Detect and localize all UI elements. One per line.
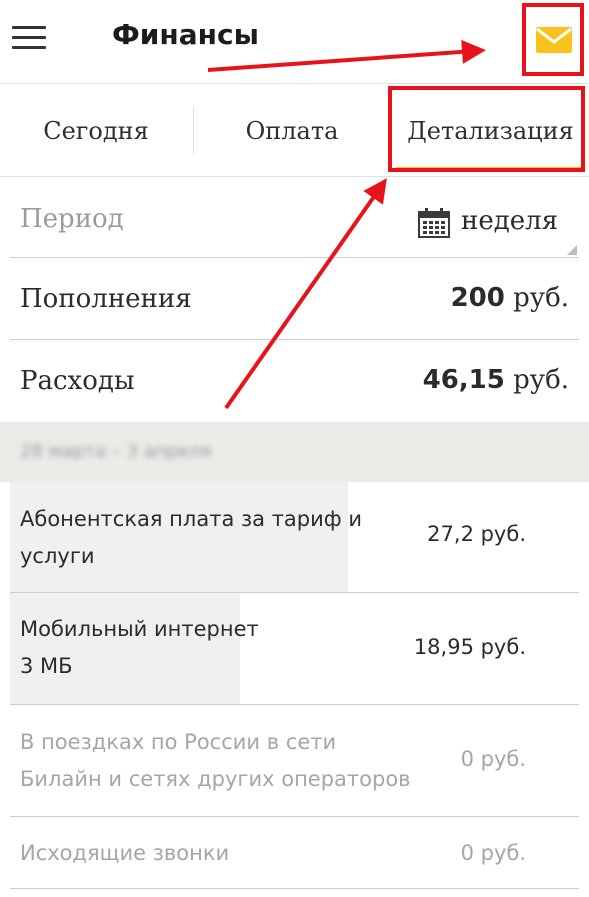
mail-highlight-box <box>522 3 584 76</box>
list-item[interactable]: Мобильный интернет 3 МБ 18,95 руб. <box>10 593 579 705</box>
item-label: Абонентская плата за тариф и услуги <box>20 507 363 568</box>
list-item[interactable]: В поездках по России в сети Билайн и сетя… <box>10 705 579 817</box>
expenses-label: Расходы <box>20 366 135 396</box>
topups-label: Пополнения <box>20 284 192 314</box>
expenses-value: 46,15 руб. <box>423 365 569 395</box>
list-item[interactable]: Абонентская плата за тариф и услуги 27,2 … <box>10 482 579 593</box>
expenses-amount: 46,15 <box>422 365 505 395</box>
topups-value: 200 руб. <box>451 283 569 313</box>
tab-divider <box>193 107 194 155</box>
tab-highlight-box <box>388 86 585 172</box>
expenses-row: Расходы 46,15 руб. <box>10 340 579 422</box>
date-range-header: 28 марта – 3 апреля <box>0 422 589 482</box>
topups-amount: 200 <box>450 283 505 313</box>
item-label: Исходящие звонки <box>20 841 230 865</box>
item-label: В поездках по России в сети Билайн и сетя… <box>20 730 411 791</box>
envelope-icon[interactable] <box>536 27 572 53</box>
top-bar: Финансы <box>0 0 589 84</box>
currency-label: руб. <box>513 365 569 395</box>
list-item[interactable]: Исходящие звонки 0 руб. <box>10 817 579 889</box>
item-amount: 18,95 руб. <box>413 635 526 659</box>
hamburger-menu-icon[interactable] <box>12 24 46 50</box>
item-amount: 0 руб. <box>460 747 526 771</box>
period-selector[interactable]: Период неделя <box>10 178 579 258</box>
calendar-icon <box>418 208 450 238</box>
dropdown-corner-icon <box>567 245 577 255</box>
currency-label: руб. <box>513 283 569 313</box>
tab-today[interactable]: Сегодня <box>0 85 192 177</box>
tab-payment[interactable]: Оплата <box>196 85 388 177</box>
item-amount: 27,2 руб. <box>427 522 526 546</box>
period-value: неделя <box>461 206 559 236</box>
period-label: Период <box>20 204 124 234</box>
date-range-text: 28 марта – 3 апреля <box>20 441 212 462</box>
item-label: Мобильный интернет 3 МБ <box>20 617 259 678</box>
page-title: Финансы <box>112 18 259 51</box>
topups-row: Пополнения 200 руб. <box>10 258 579 340</box>
item-amount: 0 руб. <box>460 841 526 865</box>
